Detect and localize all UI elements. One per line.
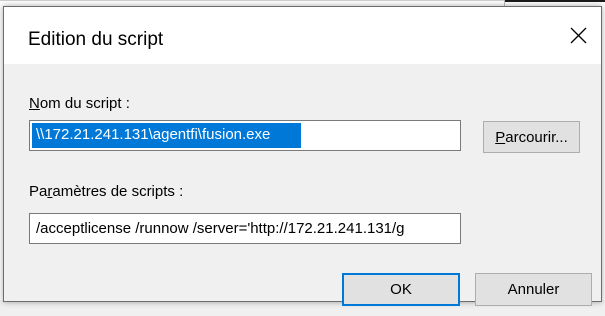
script-name-value: \\172.21.241.131\agentfi\fusion.exe: [32, 123, 301, 148]
script-name-label: Nom du script :: [29, 95, 130, 112]
script-name-input[interactable]: \\172.21.241.131\agentfi\fusion.exe: [29, 120, 461, 151]
browse-button[interactable]: Parcourir...: [483, 121, 580, 153]
script-edit-dialog: Edition du script Nom du script : \\172.…: [3, 6, 602, 306]
dialog-titlebar: Edition du script: [4, 7, 601, 64]
script-params-label: Paramètres de scripts :: [29, 183, 184, 200]
close-button[interactable]: [555, 7, 601, 64]
background-window-border: [504, 0, 605, 2]
close-icon: [570, 27, 586, 44]
script-params-input[interactable]: /acceptlicense /runnow /server='http://1…: [29, 213, 461, 244]
script-params-value: /acceptlicense /runnow /server='http://1…: [36, 220, 405, 237]
ok-button[interactable]: OK: [342, 273, 460, 306]
dialog-title: Edition du script: [28, 29, 164, 50]
cancel-button[interactable]: Annuler: [475, 273, 592, 306]
